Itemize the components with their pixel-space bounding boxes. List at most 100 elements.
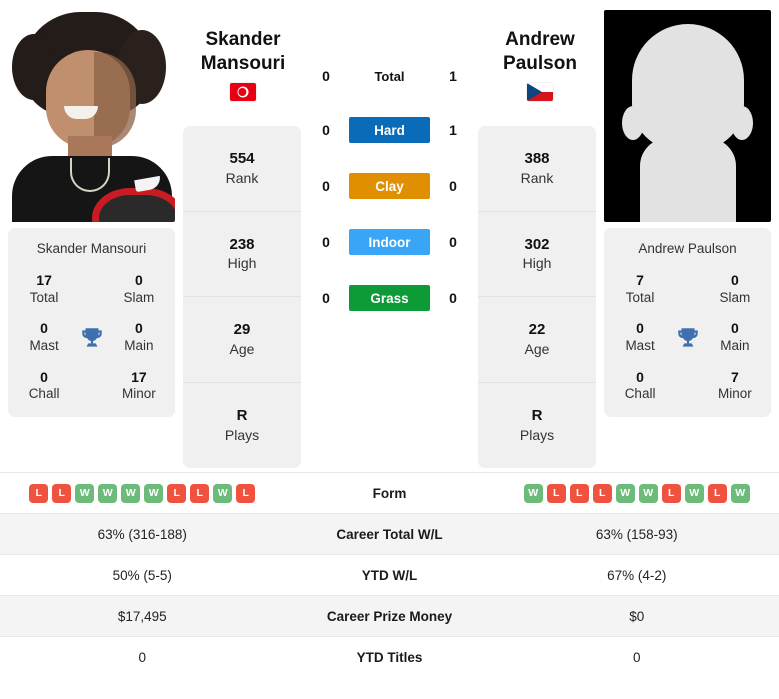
form-badge-w[interactable]: W xyxy=(98,483,118,503)
row-label-form: Form xyxy=(372,485,407,501)
titles-minor-value-left: 17 xyxy=(131,368,147,385)
player-left-nameblock[interactable]: Skander Mansouri ★ xyxy=(183,28,303,101)
form-badge-l[interactable]: L xyxy=(29,483,49,503)
form-badge-l[interactable]: L xyxy=(546,483,566,503)
stat-plays-value-left: R xyxy=(236,407,248,425)
career-total-wl-right: 63% (158-93) xyxy=(595,526,678,542)
form-badge-l[interactable]: L xyxy=(190,483,210,503)
ytd-wl-right: 67% (4-2) xyxy=(607,567,667,583)
h2h-grass-score-right: 0 xyxy=(449,290,457,306)
titles-chall-value-right: 0 xyxy=(636,368,644,385)
row-label-career-total-wl: Career Total W/L xyxy=(336,526,443,542)
h2h-row-grass[interactable]: 0 Grass 0 xyxy=(309,284,470,312)
table-row-career-prize-money: $17,495 Career Prize Money $0 xyxy=(0,595,779,636)
stat-age-left: 29 Age xyxy=(183,297,301,383)
form-badge-w[interactable]: W xyxy=(75,483,95,503)
h2h-clay-score-left: 0 xyxy=(322,178,330,194)
h2h-hard-label[interactable]: Hard xyxy=(349,117,430,143)
player-right-titles-card: Andrew Paulson 7 Total 0 Slam 0 Mast 0 M… xyxy=(604,228,771,418)
stat-age-value-right: 22 xyxy=(528,321,546,339)
stat-high-value-left: 238 xyxy=(229,235,255,253)
ytd-titles-right: 0 xyxy=(632,649,641,665)
player-right-last-name: Paulson xyxy=(503,53,577,75)
player-right-stats-column: 388 Rank 302 High 22 Age R Plays xyxy=(478,126,596,468)
h2h-total-label: Total xyxy=(374,68,405,84)
titles-chall-label-right: Chall xyxy=(624,386,656,402)
head-to-head-panel: 0 Total 1 0 Hard 1 0 Clay 0 0 Indoor 0 0 xyxy=(309,10,470,340)
table-row-career-total-wl: 63% (316-188) Career Total W/L 63% (158-… xyxy=(0,513,779,554)
h2h-row-indoor[interactable]: 0 Indoor 0 xyxy=(309,228,470,256)
form-badge-l[interactable]: L xyxy=(52,483,72,503)
player-right-column: Andrew Paulson 7 Total 0 Slam 0 Mast 0 M… xyxy=(604,10,771,418)
stat-rank-right: 388 Rank xyxy=(478,126,596,212)
h2h-indoor-score-left: 0 xyxy=(322,234,330,250)
form-cell-left: LLWWWWLLWL xyxy=(0,483,285,503)
table-row-ytd-wl: 50% (5-5) YTD W/L 67% (4-2) xyxy=(0,554,779,595)
form-badge-l[interactable]: L xyxy=(592,483,612,503)
player-right-nameblock[interactable]: Andrew Paulson xyxy=(480,28,600,101)
stat-plays-label-right: Plays xyxy=(519,426,555,443)
form-badge-l[interactable]: L xyxy=(569,483,589,503)
career-prize-money-right: $0 xyxy=(629,608,645,624)
form-badge-w[interactable]: W xyxy=(638,483,658,503)
ytd-titles-left: 0 xyxy=(138,649,146,665)
form-badge-w[interactable]: W xyxy=(144,483,164,503)
player-photo-left xyxy=(8,10,175,222)
form-badge-w[interactable]: W xyxy=(523,483,543,503)
stat-high-right: 302 High xyxy=(478,212,596,297)
h2h-grass-score-left: 0 xyxy=(322,290,330,306)
h2h-indoor-label[interactable]: Indoor xyxy=(349,229,430,255)
stat-high-value-right: 302 xyxy=(524,235,550,253)
h2h-row-hard[interactable]: 0 Hard 1 xyxy=(309,116,470,144)
player-left-column: Skander Mansouri 17 Total 0 Slam 0 Mast … xyxy=(8,10,175,418)
titles-minor-label-right: Minor xyxy=(718,386,752,402)
stat-high-left: 238 High xyxy=(183,212,301,297)
titles-slam-value-right: 0 xyxy=(731,272,739,288)
form-badge-l[interactable]: L xyxy=(167,483,187,503)
titles-minor-left: 17 Minor xyxy=(111,369,167,403)
h2h-total-score-right: 1 xyxy=(449,68,457,84)
stat-rank-label-right: Rank xyxy=(520,169,554,186)
stat-age-label-left: Age xyxy=(229,340,255,357)
form-badge-w[interactable]: W xyxy=(615,483,635,503)
form-badge-l[interactable]: L xyxy=(236,483,256,503)
table-row-form: LLWWWWLLWL Form WLLLWWLWLW xyxy=(0,472,779,513)
h2h-grass-label[interactable]: Grass xyxy=(349,285,430,311)
stat-high-label-left: High xyxy=(227,255,257,272)
titles-mast-left: 0 Mast xyxy=(16,320,72,354)
titles-minor-label-left: Minor xyxy=(122,386,156,402)
titles-row-total-slam: 7 Total 0 Slam xyxy=(612,272,763,306)
titles-total-value-right: 7 xyxy=(636,272,644,288)
form-badge-l[interactable]: L xyxy=(661,483,681,503)
form-badge-l[interactable]: L xyxy=(707,483,727,503)
h2h-clay-label[interactable]: Clay xyxy=(349,173,430,199)
titles-chall-right: 0 Chall xyxy=(612,369,668,403)
trophy-icon xyxy=(72,325,111,351)
titles-main-left: 0 Main xyxy=(111,320,167,354)
trophy-icon xyxy=(668,325,707,351)
titles-slam-left: 0 Slam xyxy=(111,272,167,306)
stat-age-label-right: Age xyxy=(524,340,550,357)
stat-age-right: 22 Age xyxy=(478,297,596,383)
titles-total-label-right: Total xyxy=(625,289,655,305)
form-badge-w[interactable]: W xyxy=(684,483,704,503)
player-left-last-name: Mansouri xyxy=(200,53,286,75)
form-badge-w[interactable]: W xyxy=(121,483,141,503)
titles-row-mast-main: 0 Mast 0 Main xyxy=(16,320,167,354)
player-comparison-page: Skander Mansouri 17 Total 0 Slam 0 Mast … xyxy=(0,0,779,699)
h2h-indoor-score-right: 0 xyxy=(449,234,457,250)
form-badge-w[interactable]: W xyxy=(213,483,233,503)
titles-slam-value-left: 0 xyxy=(135,272,143,288)
player-left-first-name: Skander xyxy=(205,29,281,50)
stat-plays-value-right: R xyxy=(531,407,543,425)
tunisia-flag-icon: ★ xyxy=(230,82,256,101)
row-label-career-prize-money: Career Prize Money xyxy=(326,608,453,624)
titles-total-value-left: 17 xyxy=(36,272,52,288)
czech-republic-flag-icon xyxy=(527,82,553,101)
stat-plays-right: R Plays xyxy=(478,383,596,469)
form-badge-w[interactable]: W xyxy=(730,483,750,503)
player-right-first-name: Andrew xyxy=(505,29,575,50)
titles-slam-label-right: Slam xyxy=(719,289,751,305)
h2h-row-clay[interactable]: 0 Clay 0 xyxy=(309,172,470,200)
titles-mast-value-left: 0 xyxy=(40,320,48,337)
